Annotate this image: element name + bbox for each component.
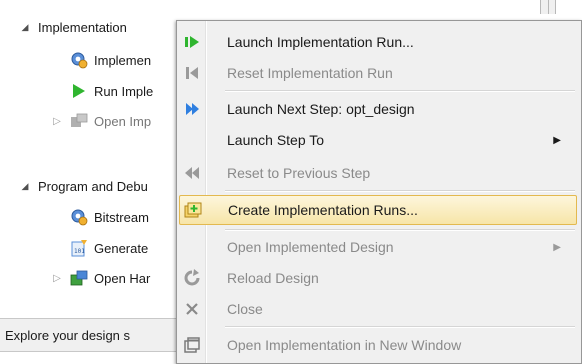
launch-run-icon	[179, 29, 205, 55]
expand-caret-icon[interactable]: ◢	[18, 22, 32, 33]
menu-item-label: Open Implemented Design	[227, 239, 394, 255]
nav-item-label: Implemen	[94, 52, 152, 68]
create-runs-icon	[180, 197, 206, 223]
nav-item-label: Run Imple	[94, 83, 154, 99]
close-icon	[179, 296, 205, 322]
context-menu: Launch Implementation Run... Reset Imple…	[176, 20, 582, 364]
menu-separator	[225, 229, 575, 231]
launch-next-step-icon	[179, 96, 205, 122]
nav-item-label: Generate	[94, 240, 149, 256]
gear-icon	[70, 51, 88, 69]
hardware-manager-icon	[70, 269, 88, 287]
menu-separator	[225, 90, 575, 92]
menu-item-label: Open Implementation in New Window	[227, 337, 462, 353]
nav-section-label: Implementation	[38, 19, 127, 35]
menu-item-reset-previous-step[interactable]: Reset to Previous Step	[179, 158, 577, 188]
nav-section-implementation[interactable]: ◢ Implementation	[18, 16, 127, 38]
menu-item-close[interactable]: Close	[179, 294, 577, 324]
scrollbar-divider	[548, 0, 549, 14]
submenu-arrow-icon: ▶	[553, 134, 561, 146]
reset-previous-step-icon	[179, 160, 205, 186]
menu-item-label: Launch Step To	[227, 132, 325, 148]
menu-separator	[225, 326, 575, 328]
menu-item-label: Launch Implementation Run...	[227, 34, 414, 50]
nav-item-bitstream-settings[interactable]: Bitstream	[70, 206, 149, 228]
menu-item-open-implemented-design[interactable]: Open Implemented Design ▶	[179, 232, 577, 262]
menu-item-launch-step-to[interactable]: Launch Step To ▶	[179, 125, 577, 155]
nav-item-label: Bitstream	[94, 209, 149, 225]
reset-run-icon	[179, 60, 205, 86]
new-window-icon	[179, 332, 205, 358]
menu-item-label: Reset to Previous Step	[227, 165, 371, 181]
nav-item-open-implemented[interactable]: ▷ Open Imp	[50, 110, 151, 132]
collapsed-caret-icon[interactable]: ▷	[50, 116, 64, 127]
submenu-arrow-icon: ▶	[553, 241, 561, 253]
nav-section-label: Program and Debu	[38, 178, 148, 194]
menu-item-label: Launch Next Step: opt_design	[227, 101, 415, 117]
menu-item-launch-next-step[interactable]: Launch Next Step: opt_design	[179, 94, 577, 124]
nav-item-label: Open Har	[94, 270, 151, 286]
blank-icon-slot	[179, 127, 205, 153]
status-text: Explore your design s	[5, 327, 131, 343]
blank-icon-slot	[179, 234, 205, 260]
open-design-icon	[70, 112, 88, 130]
menu-item-label: Create Implementation Runs...	[228, 202, 418, 218]
menu-item-reset-implementation-run[interactable]: Reset Implementation Run	[179, 58, 577, 88]
nav-item-generate-bitstream[interactable]: 101 Generate	[70, 237, 148, 259]
svg-text:101: 101	[74, 248, 85, 255]
expand-caret-icon[interactable]: ◢	[18, 181, 32, 192]
collapsed-caret-icon[interactable]: ▷	[50, 273, 64, 284]
nav-item-label: Open Imp	[94, 113, 152, 129]
menu-item-label: Reset Implementation Run	[227, 65, 393, 81]
menu-item-launch-implementation-run[interactable]: Launch Implementation Run...	[179, 27, 577, 57]
nav-item-open-hardware-manager[interactable]: ▷ Open Har	[50, 267, 150, 289]
nav-section-program-debug[interactable]: ◢ Program and Debu	[18, 175, 148, 197]
menu-item-label: Reload Design	[227, 270, 319, 286]
menu-item-label: Close	[227, 301, 263, 317]
play-icon	[70, 82, 88, 100]
menu-separator	[225, 190, 575, 192]
menu-item-create-implementation-runs[interactable]: Create Implementation Runs...	[179, 195, 577, 225]
nav-item-implementation-settings[interactable]: Implemen	[70, 49, 151, 71]
reload-icon	[179, 265, 205, 291]
menu-item-reload-design[interactable]: Reload Design	[179, 263, 577, 293]
gear-icon	[70, 208, 88, 226]
bitstream-file-icon: 101	[70, 239, 88, 257]
menu-item-open-in-new-window[interactable]: Open Implementation in New Window	[179, 330, 577, 360]
nav-item-run-implementation[interactable]: Run Imple	[70, 80, 153, 102]
